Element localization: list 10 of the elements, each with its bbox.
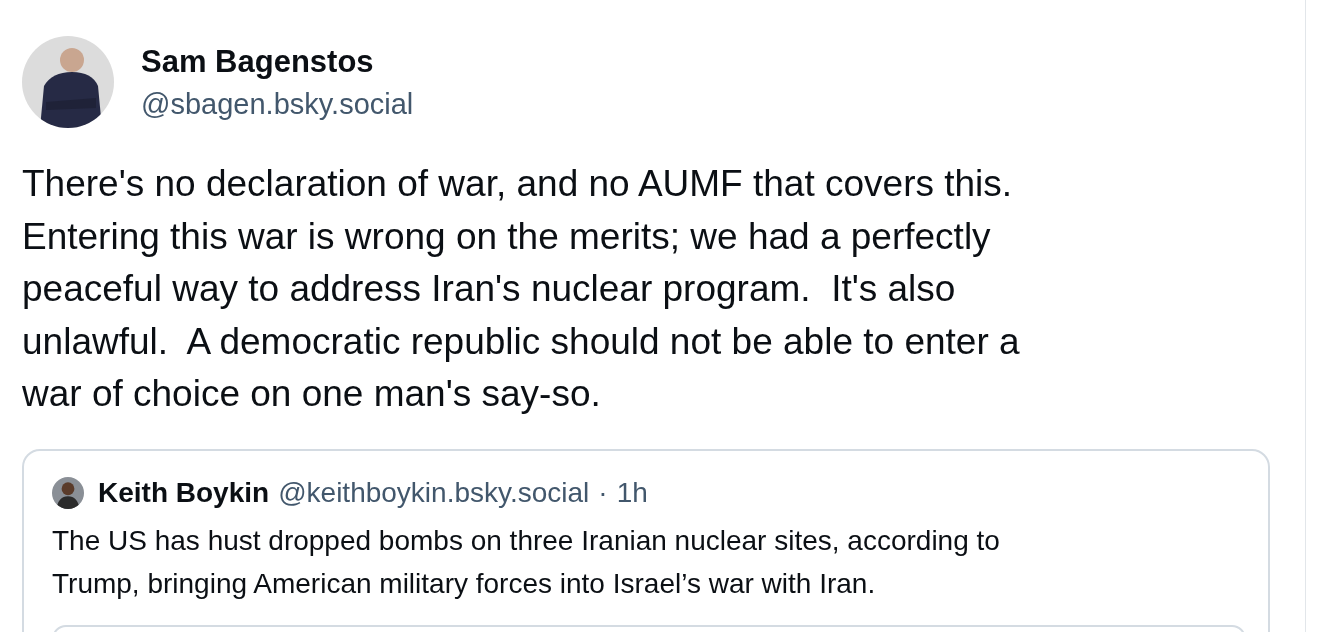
post-time: 1h <box>616 476 648 509</box>
quoted-author-handle: @keithboykin.bsky.social <box>278 476 590 509</box>
avatar <box>52 476 84 509</box>
quote-card[interactable]: Keith Boykin @keithboykin.bsky.social · 1h The US has hust dropped bombs on three Iranian nuclear sites, according to Trump, bringing American military forces into Israel’s war with Iran. <box>22 448 1270 632</box>
post-text: There's no declaration of war, and no AUMF that covers this. Entering this war is wrong on the merits; we had a perfectly peaceful way to address Iran's nuclear program. It's also unlawful. A democratic republic should not be able to enter a war of choice on one man's say-so. <box>22 162 1021 416</box>
author-name[interactable]: Sam Bagenstos <box>141 43 414 80</box>
quoted-post-text: The US has hust dropped bombs on three Iranian nuclear sites, according to Trump, bringing American military forces into Israel’s war with Iran. <box>52 523 1001 601</box>
quoted-author-name: Keith Boykin <box>98 476 270 509</box>
separator-dot: · <box>598 476 608 509</box>
author-handle[interactable]: @sbagen.bsky.social <box>141 87 414 121</box>
